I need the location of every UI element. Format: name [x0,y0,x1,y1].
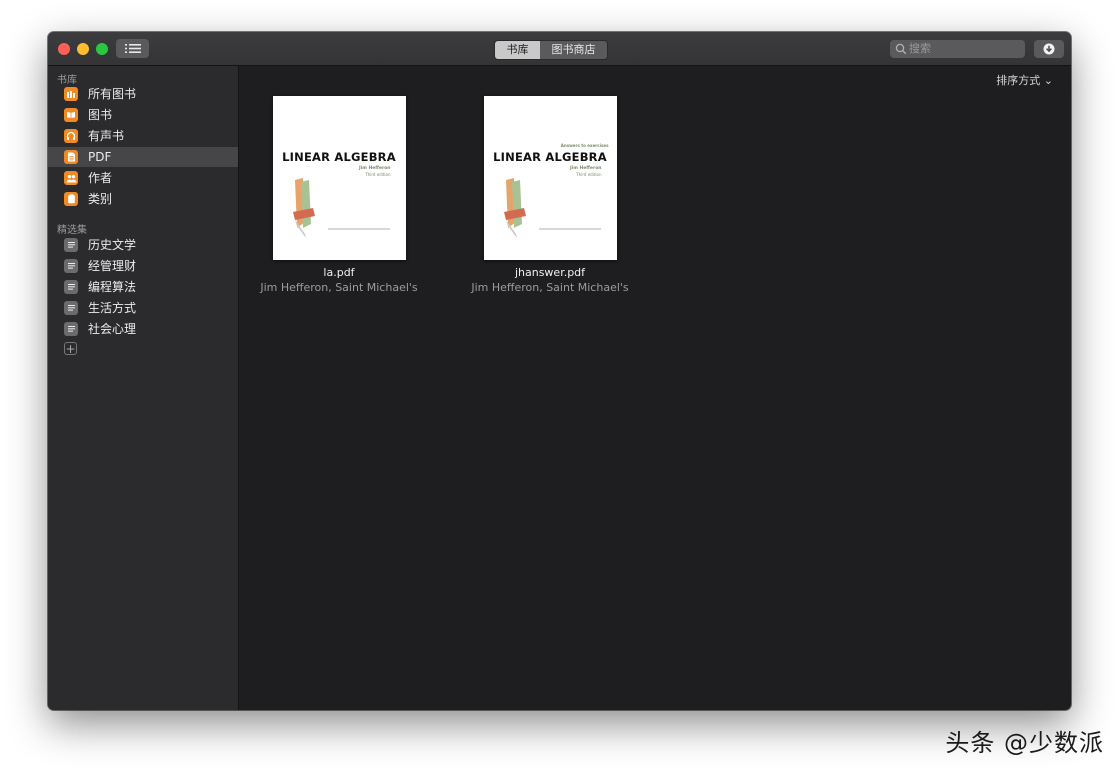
download-button[interactable] [1034,40,1064,58]
collection-label: 历史文学 [88,238,137,252]
sidebar-item-pdf[interactable]: PDF [48,147,238,167]
book-author: Jim Hefferon, Saint Michael's [471,281,629,294]
cover-author: Jim Hefferon [358,166,391,171]
cover-illustration [503,178,526,238]
books-window: 书库 图书商店 搜索 书库 所有图书 图书 有声书 PDF 作者 类别 精选集 … [48,32,1071,710]
search-field[interactable]: 搜索 [890,40,1025,58]
library-store-segmented-control: 书库 图书商店 [494,40,608,60]
cover-title: LINEAR ALGEBRA [493,150,607,164]
cover-footer-line [538,228,601,230]
sidebar-item-label: 类别 [88,192,113,206]
collection-item-programming[interactable]: 编程算法 [48,277,238,297]
sidebar-toggle-button[interactable] [116,39,149,58]
cover-edition: Third edition [576,172,602,177]
sidebar-item-label: 作者 [88,171,113,185]
collection-label: 生活方式 [88,301,137,315]
book-filename: jhanswer.pdf [514,266,586,279]
sidebar-item-audiobooks[interactable]: 有声书 [48,126,238,146]
sidebar-item-books[interactable]: 图书 [48,105,238,125]
headphones-icon [64,129,78,143]
people-icon [64,171,78,185]
collection-item-history-literature[interactable]: 历史文学 [48,235,238,255]
search-placeholder: 搜索 [909,42,931,55]
search-icon [895,43,907,55]
list-icon [64,322,78,336]
collection-label: 社会心理 [88,322,137,336]
sidebar-item-authors[interactable]: 作者 [48,168,238,188]
collection-item-lifestyle[interactable]: 生活方式 [48,298,238,318]
sidebar-item-label: 有声书 [88,129,125,143]
book-icon [64,108,78,122]
list-icon [64,238,78,252]
cover-footer-line [327,228,390,230]
download-icon [1043,43,1055,55]
list-icon [64,301,78,315]
minimize-window-button[interactable] [77,43,89,55]
close-window-button[interactable] [58,43,70,55]
sort-menu-button[interactable]: 排序方式 ⌄ [996,72,1053,88]
book-item[interactable]: Answers to exercises LINEAR ALGEBRA Jim … [470,96,630,294]
collections-section-header: 精选集 [57,225,87,236]
cover-author: Jim Hefferon [569,166,602,171]
list-view-icon [124,44,141,53]
cover-title: LINEAR ALGEBRA [282,150,396,164]
sidebar: 书库 所有图书 图书 有声书 PDF 作者 类别 精选集 历史文学 经管理财 编… [48,66,239,710]
title-bar: 书库 图书商店 搜索 [48,32,1071,66]
sidebar-item-categories[interactable]: 类别 [48,189,238,209]
book-cover[interactable]: Answers to exercises LINEAR ALGEBRA Jim … [483,96,617,260]
collection-label: 经管理财 [88,259,137,273]
library-icon [64,87,78,101]
collection-item-finance[interactable]: 经管理财 [48,256,238,276]
sidebar-item-label: 图书 [88,108,113,122]
book-cover[interactable]: LINEAR ALGEBRA Jim Hefferon Third editio… [272,96,406,260]
zoom-window-button[interactable] [96,43,108,55]
book-filename: la.pdf [323,266,355,279]
book-item[interactable]: LINEAR ALGEBRA Jim Hefferon Third editio… [259,96,419,294]
collection-label: 编程算法 [88,280,137,294]
tab-book-store[interactable]: 图书商店 [540,41,607,59]
category-icon [64,192,78,206]
list-icon [64,280,78,294]
watermark: 头条 @少数派 [945,729,1104,757]
list-icon [64,259,78,273]
pdf-icon [64,150,78,164]
sidebar-item-label: PDF [88,150,112,164]
cover-illustration [292,178,315,238]
collection-item-psychology[interactable]: 社会心理 [48,319,238,339]
cover-subtitle: Answers to exercises [560,143,609,148]
add-collection-button[interactable]: + [64,342,77,355]
cover-edition: Third edition [365,172,391,177]
sidebar-item-all-books[interactable]: 所有图书 [48,84,238,104]
sidebar-item-label: 所有图书 [88,87,137,101]
tab-library[interactable]: 书库 [495,41,540,59]
book-author: Jim Hefferon, Saint Michael's [260,281,418,294]
